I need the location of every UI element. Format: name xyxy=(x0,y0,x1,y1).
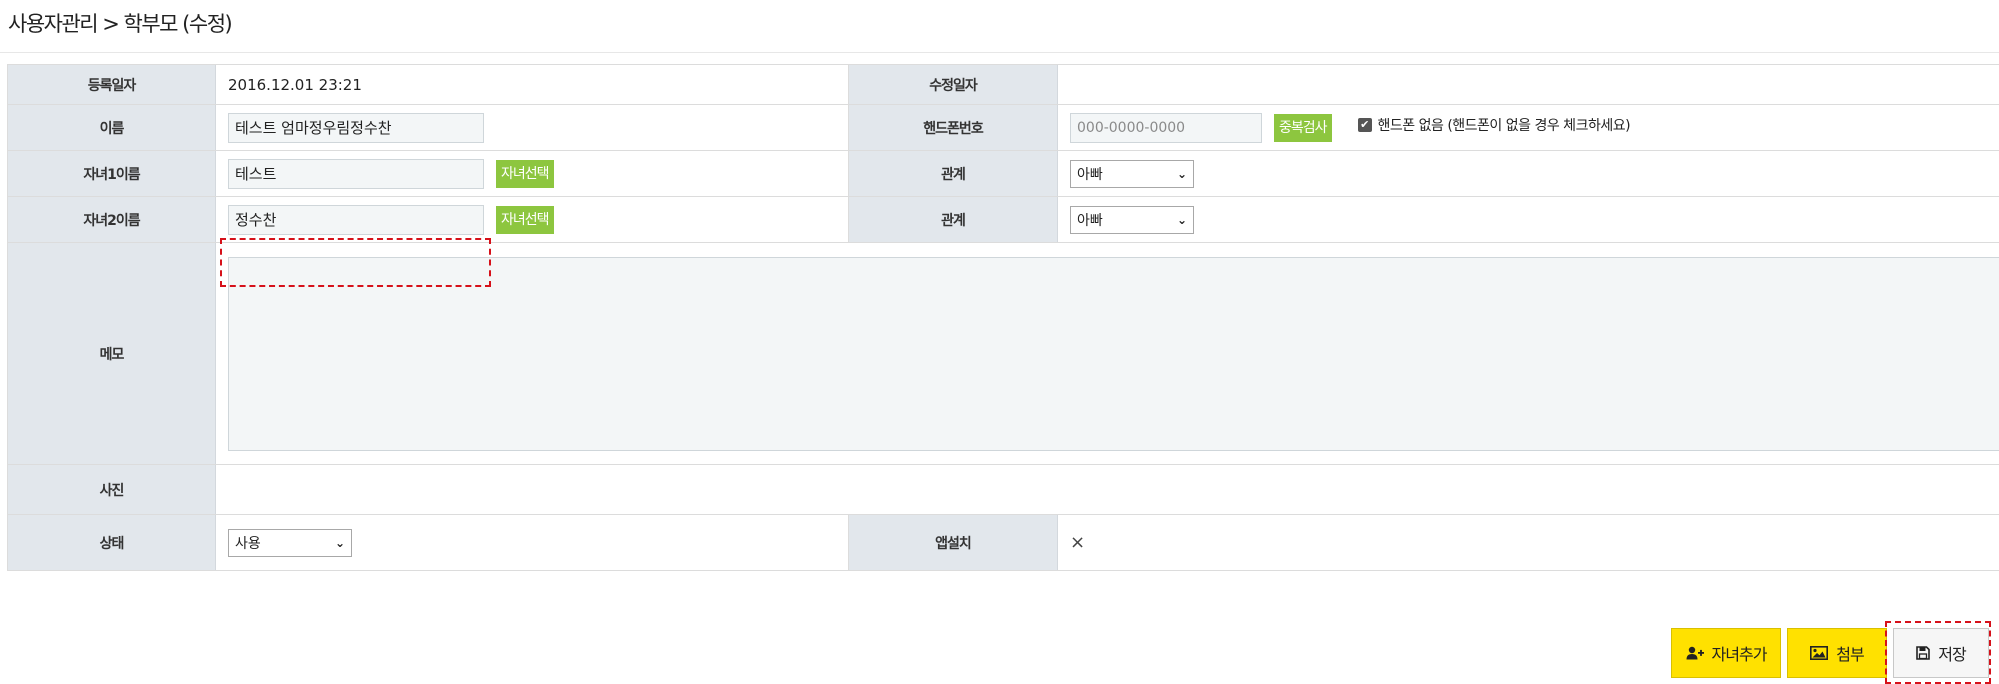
row-dates: 등록일자 2016.12.01 23:21 수정일자 xyxy=(7,65,1999,105)
row-name-phone: 이름 테스트 엄마정우림정수찬 핸드폰번호 000-0000-0000 중복검사… xyxy=(7,105,1999,151)
save-button[interactable]: 저장 xyxy=(1893,628,1989,678)
photo-cell xyxy=(216,465,1999,514)
row-child2: 자녀2이름 정수찬 자녀선택 관계 아빠 ⌄ xyxy=(7,197,1999,243)
row-photo: 사진 xyxy=(7,465,1999,515)
row-child1: 자녀1이름 테스트 자녀선택 관계 아빠 ⌄ xyxy=(7,151,1999,197)
status-cell: 사용 ⌄ xyxy=(216,515,849,570)
child1-select-button[interactable]: 자녀선택 xyxy=(496,159,554,188)
phone-label: 핸드폰번호 xyxy=(849,105,1058,150)
parent-edit-form: 등록일자 2016.12.01 23:21 수정일자 이름 테스트 엄마정우림정… xyxy=(7,64,1999,571)
chevron-down-icon: ⌄ xyxy=(334,535,345,550)
phone-cell: 000-0000-0000 중복검사 ✔ 핸드폰 없음 (핸드폰이 없을 경우 … xyxy=(1058,105,1999,150)
user-plus-icon xyxy=(1686,646,1704,660)
name-input[interactable]: 테스트 엄마정우림정수찬 xyxy=(228,112,484,143)
save-label: 저장 xyxy=(1938,645,1966,664)
attach-label: 첨부 xyxy=(1836,645,1864,664)
chevron-down-icon: ⌄ xyxy=(1176,212,1187,227)
phone-input[interactable]: 000-0000-0000 xyxy=(1070,112,1262,143)
row-status: 상태 사용 ⌄ 앱설치 × xyxy=(7,515,1999,571)
image-icon xyxy=(1810,646,1829,660)
reg-date-label: 등록일자 xyxy=(7,65,216,104)
status-label: 상태 xyxy=(7,515,216,570)
child1-label: 자녀1이름 xyxy=(7,151,216,196)
add-child-button[interactable]: 자녀추가 xyxy=(1671,628,1781,678)
action-buttons: 자녀추가 첨부 저장 xyxy=(1671,628,1989,678)
name-label: 이름 xyxy=(7,105,216,150)
app-install-cell: × xyxy=(1058,515,1999,570)
memo-textarea[interactable] xyxy=(228,256,1999,451)
child2-input[interactable]: 정수찬 xyxy=(228,204,484,235)
photo-label: 사진 xyxy=(7,465,216,514)
relation1-cell: 아빠 ⌄ xyxy=(1058,151,1999,196)
mod-date-label: 수정일자 xyxy=(849,65,1058,104)
attach-button[interactable]: 첨부 xyxy=(1787,628,1887,678)
relation2-select[interactable]: 아빠 ⌄ xyxy=(1070,205,1194,234)
mod-date-value xyxy=(1058,65,1999,104)
relation2-value: 아빠 xyxy=(1077,212,1103,229)
status-value: 사용 xyxy=(235,535,261,552)
status-select[interactable]: 사용 ⌄ xyxy=(228,528,352,557)
no-phone-checkbox[interactable]: ✔ xyxy=(1357,117,1372,132)
app-install-label: 앱설치 xyxy=(849,515,1058,570)
relation1-label: 관계 xyxy=(849,151,1058,196)
memo-label: 메모 xyxy=(7,243,216,464)
no-phone-option: ✔ 핸드폰 없음 (핸드폰이 없을 경우 체크하세요) xyxy=(1357,115,1631,135)
add-child-label: 자녀추가 xyxy=(1711,645,1768,664)
duplicate-check-button[interactable]: 중복검사 xyxy=(1274,113,1332,142)
relation1-select[interactable]: 아빠 ⌄ xyxy=(1070,159,1194,188)
title-divider xyxy=(0,52,1999,53)
floppy-disk-icon xyxy=(1916,646,1931,660)
page-title: 사용자관리 > 학부모 (수정) xyxy=(8,12,233,36)
no-phone-label: 핸드폰 없음 (핸드폰이 없을 경우 체크하세요) xyxy=(1377,117,1631,134)
child2-cell: 정수찬 자녀선택 xyxy=(216,197,849,242)
reg-date-value: 2016.12.01 23:21 xyxy=(216,65,849,104)
child1-cell: 테스트 자녀선택 xyxy=(216,151,849,196)
reg-date-text: 2016.12.01 23:21 xyxy=(228,75,362,94)
name-cell: 테스트 엄마정우림정수찬 xyxy=(216,105,849,150)
child2-label: 자녀2이름 xyxy=(7,197,216,242)
chevron-down-icon: ⌄ xyxy=(1176,166,1187,181)
app-install-value: × xyxy=(1070,532,1086,553)
relation2-cell: 아빠 ⌄ xyxy=(1058,197,1999,242)
child2-select-button[interactable]: 자녀선택 xyxy=(496,205,554,234)
memo-cell xyxy=(216,243,1999,464)
child1-input[interactable]: 테스트 xyxy=(228,158,484,189)
relation2-label: 관계 xyxy=(849,197,1058,242)
row-memo: 메모 xyxy=(7,243,1999,465)
relation1-value: 아빠 xyxy=(1077,166,1103,183)
